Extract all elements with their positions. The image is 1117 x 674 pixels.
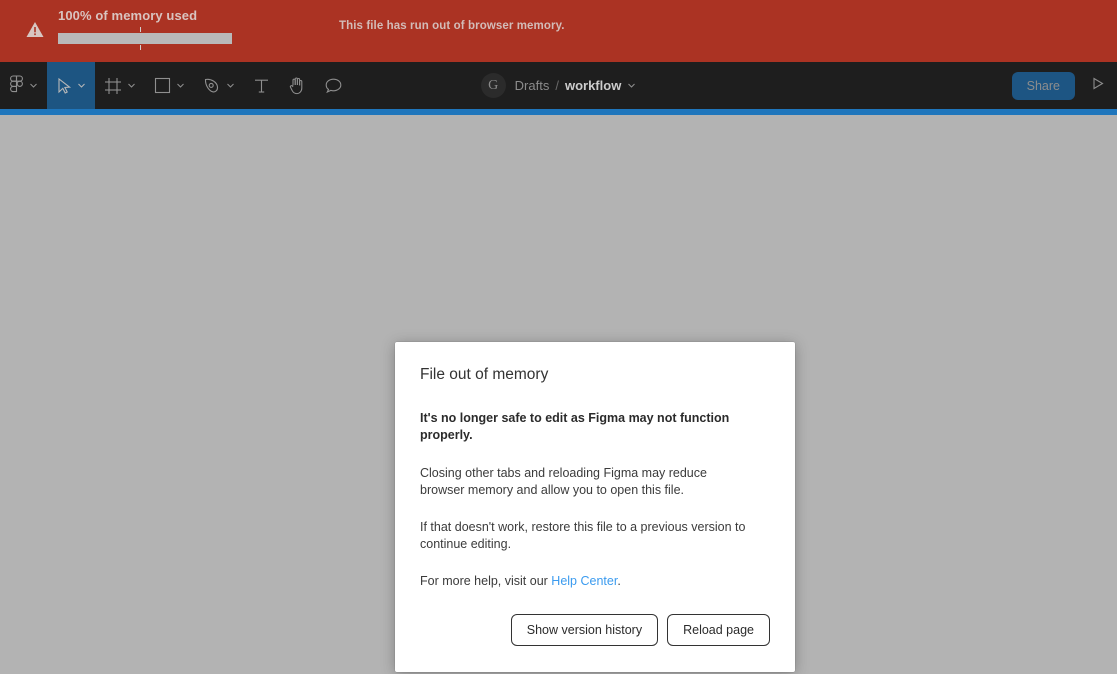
reload-page-button[interactable]: Reload page (667, 613, 770, 646)
help-center-link[interactable]: Help Center (551, 574, 617, 588)
chevron-down-icon (77, 81, 86, 90)
memory-progress-fill (58, 33, 232, 44)
show-version-history-button[interactable]: Show version history (510, 613, 659, 646)
dialog-action-row: Show version history Reload page (420, 613, 770, 646)
chevron-down-icon (29, 81, 38, 90)
design-canvas[interactable]: File out of memory It's no longer safe t… (0, 115, 1117, 674)
breadcrumb-file-name[interactable]: workflow (565, 78, 621, 93)
memory-warning-banner: 100% of memory used This file has run ou… (0, 0, 1117, 62)
help-suffix-text: . (617, 574, 621, 588)
chevron-down-icon (176, 81, 185, 90)
avatar[interactable]: G (480, 73, 506, 98)
memory-status-block: 100% of memory used (58, 8, 238, 50)
hand-icon (288, 76, 306, 95)
dialog-help-line: For more help, visit our Help Center. (420, 573, 750, 590)
dialog-paragraph-1: Closing other tabs and reloading Figma m… (420, 466, 707, 497)
text-tool-button[interactable] (244, 62, 279, 109)
toolbar-right-region: Share (1011, 62, 1117, 109)
play-triangle-icon (1091, 76, 1105, 96)
warning-triangle-icon (25, 19, 45, 39)
move-tool-button[interactable] (47, 62, 95, 109)
toolbar-tool-group (0, 62, 352, 109)
frame-tool-button[interactable] (95, 62, 145, 109)
chevron-down-icon[interactable] (627, 78, 636, 93)
help-prefix-text: For more help, visit our (420, 574, 552, 588)
out-of-memory-dialog: File out of memory It's no longer safe t… (395, 342, 795, 672)
pen-tool-button[interactable] (194, 62, 244, 109)
memory-progress-bar (58, 27, 232, 50)
breadcrumb: Drafts / workflow (515, 78, 637, 93)
memory-progress-marker-top (139, 27, 141, 32)
chevron-down-icon (226, 81, 235, 90)
memory-progress-marker-bottom (139, 45, 141, 50)
app-toolbar: G Drafts / workflow Share (0, 62, 1117, 109)
text-icon (253, 77, 270, 95)
comment-tool-button[interactable] (315, 62, 352, 109)
share-button[interactable]: Share (1011, 71, 1075, 100)
frame-icon (104, 77, 122, 95)
memory-usage-label: 100% of memory used (58, 8, 198, 23)
breadcrumb-separator: / (555, 78, 559, 93)
cursor-arrow-icon (56, 77, 72, 95)
figma-menu-button[interactable] (0, 62, 47, 109)
dialog-lead-text: It's no longer safe to edit as Figma may… (420, 411, 730, 442)
figma-logo-icon (9, 75, 24, 96)
dialog-paragraph-2: If that doesn't work, restore this file … (420, 520, 746, 551)
comment-bubble-icon (324, 77, 343, 95)
chevron-down-icon (127, 81, 136, 90)
present-button[interactable] (1083, 62, 1113, 109)
pen-icon (203, 77, 221, 95)
hand-tool-button[interactable] (279, 62, 315, 109)
dialog-title: File out of memory (420, 366, 549, 383)
shape-tool-button[interactable] (145, 62, 194, 109)
rectangle-icon (154, 77, 171, 94)
breadcrumb-project[interactable]: Drafts (515, 78, 550, 93)
memory-banner-message: This file has run out of browser memory. (339, 20, 565, 32)
